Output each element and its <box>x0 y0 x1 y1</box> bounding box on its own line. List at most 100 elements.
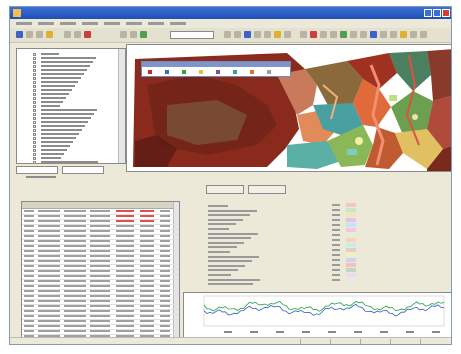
table-cell <box>38 315 60 317</box>
table-cell <box>38 300 60 302</box>
table-cell <box>38 220 60 222</box>
table-cell <box>24 260 34 262</box>
table-cell <box>90 320 110 322</box>
zoom-in-icon[interactable] <box>360 31 367 38</box>
table-cell <box>24 310 34 312</box>
table-cell <box>140 245 154 247</box>
map-view[interactable] <box>126 44 451 172</box>
menu-item[interactable] <box>38 22 54 25</box>
layer-icon[interactable] <box>310 31 317 38</box>
status-text-line <box>26 176 56 178</box>
class-color-swatch <box>346 278 356 282</box>
maximize-icon[interactable] <box>433 9 441 17</box>
layer-label <box>41 137 76 139</box>
menu-item[interactable] <box>60 22 76 25</box>
table-cell <box>38 320 60 322</box>
close-icon[interactable] <box>442 9 450 17</box>
class-tick <box>332 224 340 226</box>
zoom-out-icon[interactable] <box>64 31 71 38</box>
layer-label <box>41 89 72 91</box>
settings-icon[interactable] <box>320 31 327 38</box>
table-cell <box>116 225 134 227</box>
zoom-out-icon[interactable] <box>264 31 271 38</box>
pan-icon[interactable] <box>274 31 281 38</box>
layer-icon[interactable] <box>130 31 137 38</box>
table-cell <box>140 280 154 282</box>
zoom-in-icon[interactable] <box>254 31 261 38</box>
table-cell <box>90 235 110 237</box>
class-color-swatch <box>346 208 356 212</box>
table-cell <box>38 280 60 282</box>
open-icon[interactable] <box>330 31 337 38</box>
apply-button[interactable] <box>206 185 244 194</box>
layer-label <box>41 133 79 135</box>
table-cell <box>160 215 170 217</box>
select-icon[interactable] <box>84 31 91 38</box>
print-icon[interactable] <box>244 31 251 38</box>
save-icon[interactable] <box>234 31 241 38</box>
menu-item[interactable] <box>82 22 98 25</box>
attribute-table <box>21 201 180 344</box>
table-cell <box>24 270 34 272</box>
table-cell <box>140 275 154 277</box>
settings-icon[interactable] <box>420 31 427 38</box>
save-icon[interactable] <box>26 31 33 38</box>
table-cell <box>140 295 154 297</box>
status-bar-section <box>420 339 449 344</box>
table-cell <box>140 300 154 302</box>
table-cell <box>90 240 110 242</box>
settings-icon[interactable] <box>140 31 147 38</box>
table-cell <box>24 230 34 232</box>
legend-swatch <box>199 70 203 74</box>
menu-item[interactable] <box>148 22 164 25</box>
layer-select[interactable] <box>170 31 214 39</box>
pan-icon[interactable] <box>74 31 81 38</box>
table-cell <box>90 220 110 222</box>
layer-tree-item[interactable] <box>17 160 125 163</box>
table-cell <box>116 295 134 297</box>
select-icon[interactable] <box>284 31 291 38</box>
table-cell <box>90 210 110 212</box>
zoom-out-icon[interactable] <box>370 31 377 38</box>
table-cell <box>160 270 170 272</box>
save-icon[interactable] <box>340 31 347 38</box>
identify-icon[interactable] <box>120 31 127 38</box>
identify-icon[interactable] <box>400 31 407 38</box>
table-cell <box>90 290 110 292</box>
table-cell <box>160 220 170 222</box>
menu-item[interactable] <box>16 22 32 25</box>
table-cell <box>64 290 86 292</box>
table-cell <box>116 250 134 252</box>
layer-checkbox[interactable] <box>33 161 36 163</box>
layer-label <box>41 77 81 79</box>
select-icon[interactable] <box>390 31 397 38</box>
attribute-list-item <box>208 255 259 258</box>
table-cell <box>160 245 170 247</box>
menu-item[interactable] <box>126 22 142 25</box>
reset-button[interactable] <box>248 185 286 194</box>
menu-item[interactable] <box>104 22 120 25</box>
layer-label <box>41 69 87 71</box>
class-color-swatch <box>346 258 356 262</box>
layer-icon[interactable] <box>410 31 417 38</box>
title-bar[interactable] <box>10 7 451 19</box>
layer-label <box>41 109 97 111</box>
print-icon[interactable] <box>36 31 43 38</box>
table-cell <box>160 230 170 232</box>
table-cell <box>116 310 134 312</box>
table-cell <box>24 255 34 257</box>
attribute-list-item <box>208 214 250 217</box>
open-icon[interactable] <box>224 31 231 38</box>
pan-icon[interactable] <box>380 31 387 38</box>
print-icon[interactable] <box>350 31 357 38</box>
layer-label <box>41 117 91 119</box>
table-cell <box>116 215 134 217</box>
identify-icon[interactable] <box>300 31 307 38</box>
legend-swatch <box>165 70 169 74</box>
zoom-in-icon[interactable] <box>46 31 53 38</box>
layer-label <box>41 73 84 75</box>
table-cell <box>24 305 34 307</box>
menu-item[interactable] <box>170 22 186 25</box>
minimize-icon[interactable] <box>424 9 432 17</box>
open-icon[interactable] <box>16 31 23 38</box>
